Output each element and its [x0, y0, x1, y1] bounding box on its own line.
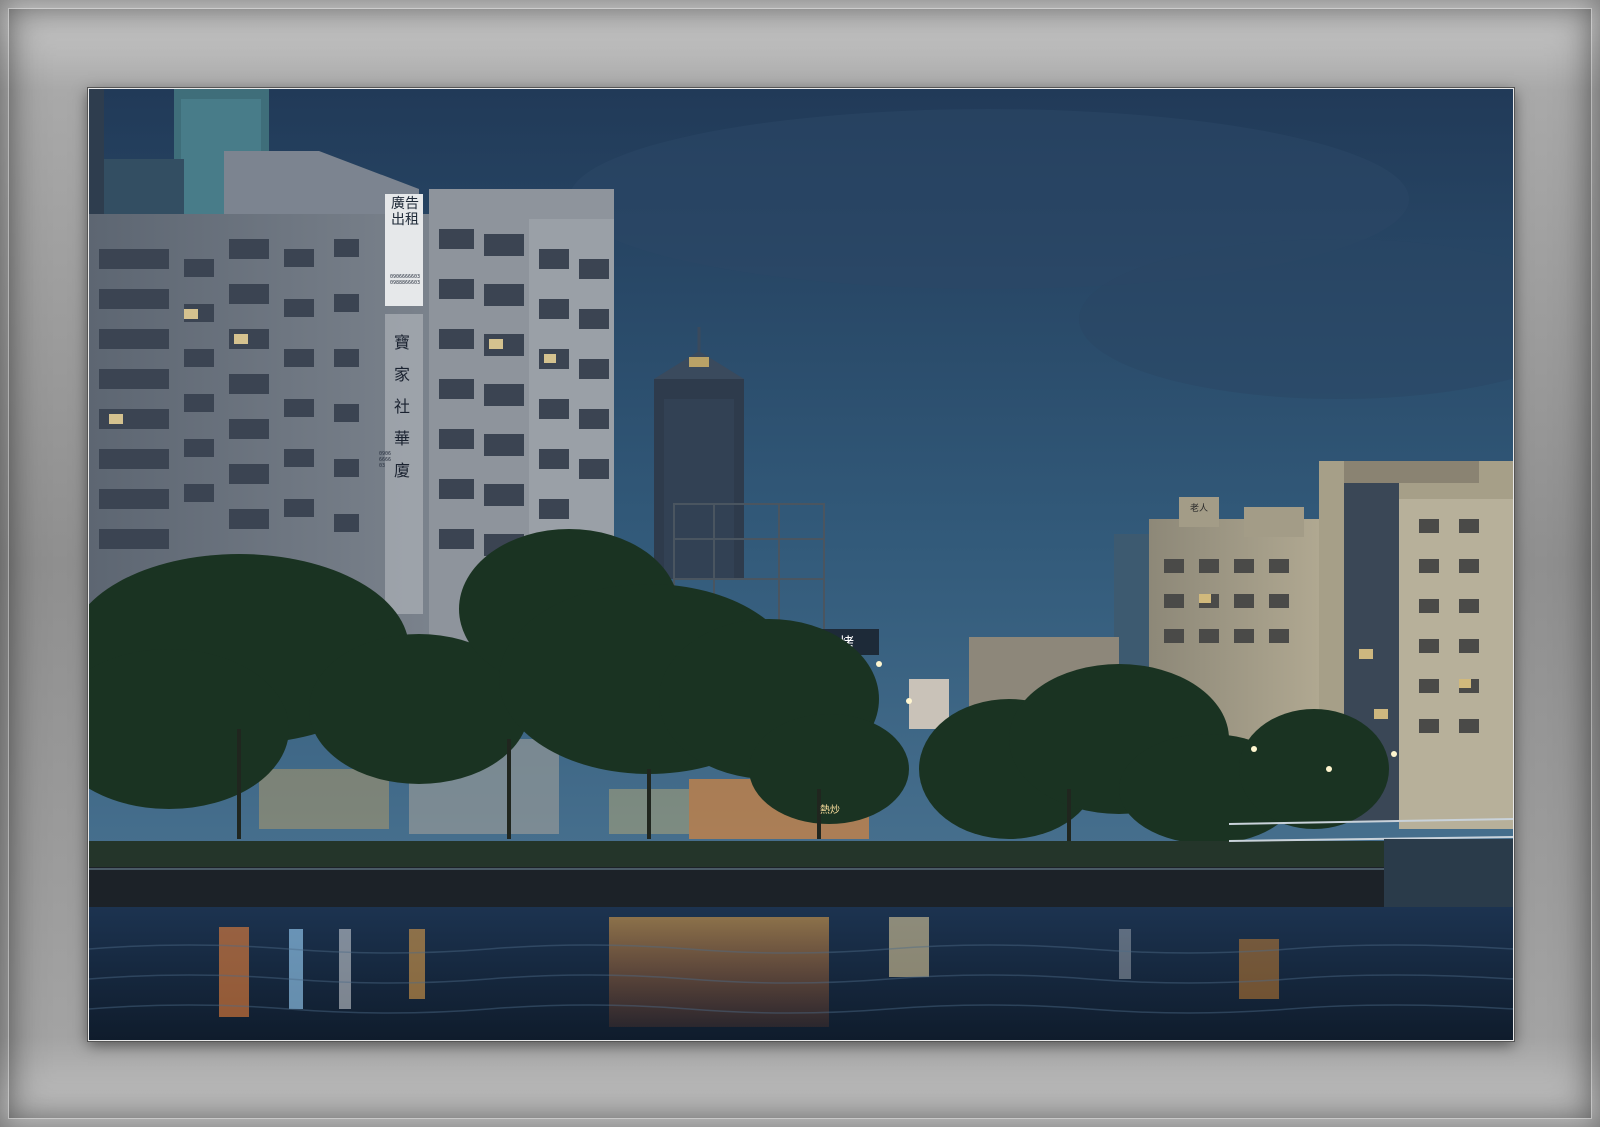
storefront — [259, 769, 389, 829]
rental-ad-text: 廣告出租 — [391, 196, 419, 228]
night-river-photo: 海鮮燒烤 ◎◎◎ ▬▬▬ ◉◉◉◉◉ — [88, 88, 1514, 1041]
city-scene: 海鮮燒烤 ◎◎◎ ▬▬▬ ◉◉◉◉◉ — [89, 89, 1513, 1040]
riverbank-shrubs — [89, 841, 1513, 871]
picture-frame: 海鮮燒烤 ◎◎◎ ▬▬▬ ◉◉◉◉◉ — [0, 0, 1600, 1127]
phone-number-side: 0906666603 — [379, 451, 392, 469]
river-wall — [89, 867, 1389, 907]
roof-sign: 老人 — [1189, 504, 1208, 514]
building-name-char: 寶 — [393, 333, 410, 352]
building-name-char: 社 — [393, 397, 410, 416]
bridge-base — [1384, 839, 1513, 909]
phone-number-top: 0906666603 0988866603 — [389, 274, 421, 286]
restaurant-sign: 熱炒 — [820, 805, 840, 816]
rental-ad-sign: 廣告出租 — [387, 196, 423, 228]
building-name-char: 家 — [393, 365, 410, 384]
